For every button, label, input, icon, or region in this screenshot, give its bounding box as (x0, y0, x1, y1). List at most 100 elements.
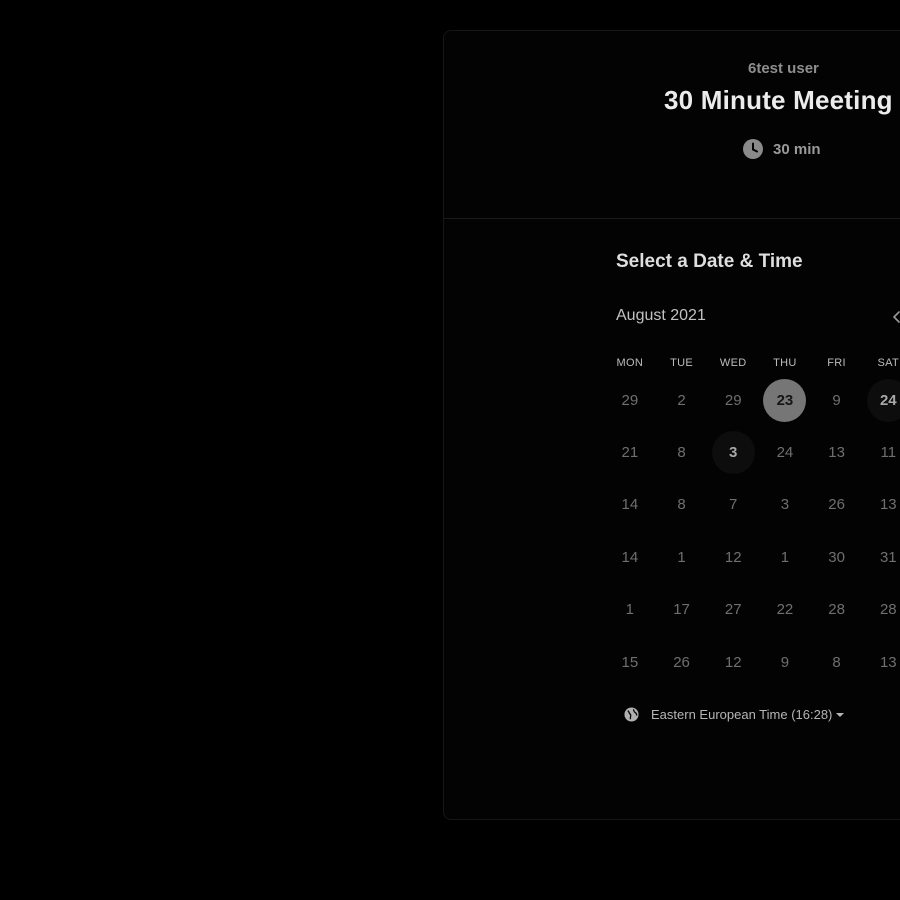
calendar-cell: 27 (707, 584, 759, 636)
calendar-day: 30 (828, 548, 845, 566)
calendar-cell: 11 (862, 426, 900, 478)
duration-label: 30 min (773, 140, 821, 158)
calendar-cell: 1 (656, 531, 708, 583)
calendar-cell: 26 (656, 636, 708, 688)
calendar-cell: 22 (759, 584, 811, 636)
calendar-cell: 14 (604, 479, 656, 531)
booking-page: 6test user 30 Minute Meeting 30 min Sele… (0, 0, 900, 900)
booking-card: 6test user 30 Minute Meeting 30 min Sele… (443, 30, 900, 820)
calendar-cell: 29 (707, 374, 759, 426)
calendar-day: 15 (621, 653, 639, 671)
calendar-cell: 21 (604, 426, 656, 478)
calendar-cell: 24 (862, 374, 900, 426)
weekday-label: SAT (877, 357, 900, 369)
select-date-time-title: Select a Date & Time (616, 251, 803, 272)
calendar-day: 1 (677, 548, 686, 566)
calendar-cell: 28 (811, 584, 863, 636)
calendar-day: 14 (621, 496, 639, 514)
chevron-left-icon (892, 311, 900, 323)
calendar-cell: 23 (759, 374, 811, 426)
calendar-day: 28 (879, 601, 897, 619)
calendar-day: 29 (724, 391, 742, 409)
calendar-week-row: 29 2 29 23 9 24 (604, 374, 900, 426)
calendar-day: 22 (776, 601, 794, 619)
calendar-cell: 28 (862, 584, 900, 636)
calendar-day: 12 (724, 548, 742, 566)
calendar-cell: 26 (811, 479, 863, 531)
calendar-week-row: 14 1 12 1 30 31 (604, 531, 900, 583)
calendar-cell: 15 (604, 636, 656, 688)
calendar-cell: 29 (604, 374, 656, 426)
weekday-label: THU (773, 357, 797, 369)
calendar-day-available[interactable]: 24 (866, 378, 900, 422)
timezone-label: Eastern European Time (16:28) (651, 707, 833, 722)
weekday-label: FRI (827, 357, 846, 369)
calendar-day: 1 (780, 548, 790, 566)
calendar-day: 8 (832, 653, 841, 671)
calendar-cell: 13 (862, 636, 900, 688)
event-duration: 30 min (743, 139, 821, 159)
calendar-cell: 13 (862, 479, 900, 531)
weekday-header-row: MON TUE WED THU FRI SAT (604, 357, 900, 369)
calendar-week-row: 21 8 3 24 13 11 (604, 426, 900, 478)
calendar-day: 2 (677, 391, 686, 409)
calendar-grid: 29 2 29 23 9 24 21 8 3 24 13 11 14 8 7 3 26 13 14 1 12 1 30 31 1… (604, 374, 900, 688)
calendar-cell: 31 (862, 531, 900, 583)
calendar-cell: 12 (707, 531, 759, 583)
calendar-day: 8 (677, 444, 686, 462)
calendar-day: 8 (677, 496, 686, 514)
calendar-cell: 17 (656, 584, 708, 636)
calendar-cell: 7 (707, 479, 759, 531)
calendar-day: 27 (724, 601, 742, 619)
calendar-day: 28 (828, 601, 845, 619)
weekday-label: WED (719, 357, 747, 369)
calendar-cell: 8 (656, 479, 708, 531)
calendar-day: 3 (780, 496, 790, 514)
calendar-cell: 3 (759, 479, 811, 531)
event-title: 30 Minute Meeting (664, 85, 893, 115)
calendar-cell: 30 (811, 531, 863, 583)
calendar-cell: 14 (604, 531, 656, 583)
calendar-cell: 9 (811, 374, 863, 426)
calendar-day: 17 (673, 601, 690, 619)
weekday-label: MON (616, 357, 644, 369)
globe-icon (624, 707, 639, 722)
calendar-week-row: 1 17 27 22 28 28 (604, 584, 900, 636)
clock-icon (743, 139, 763, 159)
calendar-day: 13 (879, 496, 897, 514)
calendar-day-selected[interactable]: 23 (763, 378, 807, 422)
calendar-day: 13 (828, 444, 845, 462)
calendar-day: 9 (780, 653, 790, 671)
calendar-cell: 1 (759, 531, 811, 583)
calendar-cell: 12 (707, 636, 759, 688)
calendar-cell: 9 (759, 636, 811, 688)
calendar-cell: 8 (656, 426, 708, 478)
calendar-cell: 24 (759, 426, 811, 478)
previous-month-button[interactable] (890, 307, 900, 327)
event-header: 6test user 30 Minute Meeting 30 min (444, 31, 900, 219)
calendar-day: 12 (724, 653, 742, 671)
calendar-cell: 1 (604, 584, 656, 636)
calendar-week-row: 15 26 12 9 8 13 (604, 636, 900, 688)
calendar-day: 7 (729, 496, 738, 514)
calendar-day: 14 (621, 548, 639, 566)
calendar-day: 26 (673, 653, 690, 671)
calendar-day-available[interactable]: 3 (711, 431, 755, 475)
calendar-day: 26 (828, 496, 845, 514)
host-name: 6test user (748, 60, 819, 77)
calendar-cell: 3 (707, 426, 759, 478)
calendar-day: 9 (832, 391, 841, 409)
current-month-label: August 2021 (616, 307, 706, 324)
calendar-day: 29 (621, 391, 639, 409)
calendar-day: 31 (879, 548, 897, 566)
calendar-day: 13 (879, 653, 897, 671)
caret-down-icon (836, 712, 845, 717)
calendar-day: 21 (621, 444, 639, 462)
timezone-selector[interactable]: Eastern European Time (16:28) (624, 707, 845, 722)
calendar-day: 11 (880, 444, 897, 462)
calendar-week-row: 14 8 7 3 26 13 (604, 479, 900, 531)
calendar-cell: 13 (811, 426, 863, 478)
calendar-day: 1 (625, 601, 635, 619)
weekday-label: TUE (670, 357, 693, 369)
calendar-cell: 8 (811, 636, 863, 688)
